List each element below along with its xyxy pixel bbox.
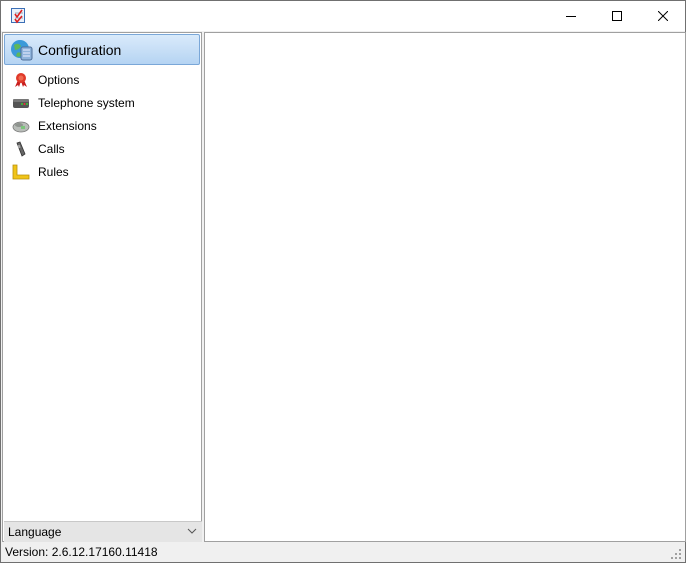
rules-label: Rules [38, 164, 69, 179]
calls-label: Calls [38, 141, 65, 156]
globe-server-icon [10, 38, 34, 62]
minimize-button[interactable] [548, 1, 594, 31]
desk-phone-icon [12, 117, 30, 135]
language-dropdown[interactable]: Language [4, 521, 202, 542]
navigation-list: Options Telephone system Extensions Call… [3, 68, 201, 183]
checklist-icon [11, 8, 25, 24]
close-button[interactable] [640, 1, 686, 31]
configuration-header[interactable]: Configuration [4, 34, 200, 65]
sidebar-item-calls[interactable]: Calls [3, 137, 201, 160]
sidebar-item-extensions[interactable]: Extensions [3, 114, 201, 137]
telephone-system-label: Telephone system [38, 95, 135, 110]
language-label: Language [8, 525, 62, 539]
title-bar[interactable] [1, 1, 685, 31]
extensions-label: Extensions [38, 118, 97, 133]
maximize-icon [612, 11, 622, 21]
sidebar-item-telephone-system[interactable]: Telephone system [3, 91, 201, 114]
configuration-label: Configuration [38, 41, 122, 58]
minimize-icon [566, 16, 576, 17]
resize-grip-icon[interactable] [670, 548, 682, 560]
version-text: Version: 2.6.12.17160.11418 [5, 545, 158, 559]
pbx-device-icon [12, 94, 30, 112]
content-panel [204, 32, 686, 542]
navigation-sidebar: Configuration Options Telephone system E… [2, 32, 202, 542]
ribbon-award-icon [12, 71, 30, 89]
mobile-phone-icon [12, 140, 30, 158]
options-label: Options [38, 72, 80, 87]
sidebar-item-rules[interactable]: Rules [3, 160, 201, 183]
application-window: Configuration Options Telephone system E… [0, 0, 686, 563]
close-icon [658, 11, 668, 21]
maximize-button[interactable] [594, 1, 640, 31]
sidebar-item-options[interactable]: Options [3, 68, 201, 91]
status-bar: Version: 2.6.12.17160.11418 [1, 542, 685, 562]
chevron-down-icon [187, 528, 197, 534]
ruler-l-icon [12, 163, 30, 181]
